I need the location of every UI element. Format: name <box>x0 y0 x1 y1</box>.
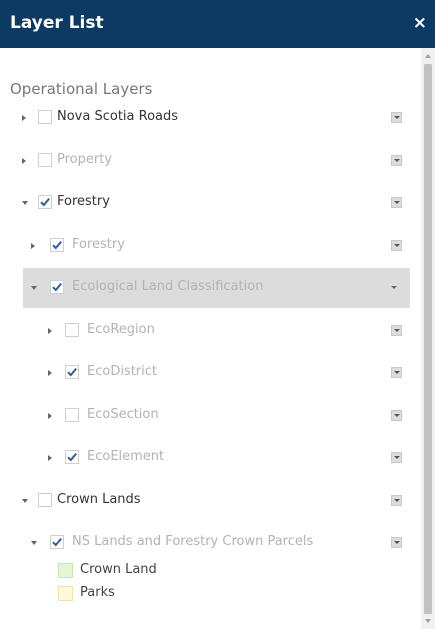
layer-visibility-checkbox[interactable] <box>38 152 52 167</box>
legend-label: Parks <box>80 584 115 600</box>
expand-arrow-icon[interactable] <box>31 242 35 249</box>
collapse-arrow-icon[interactable] <box>31 286 37 290</box>
layer-visibility-checkbox[interactable] <box>50 280 64 294</box>
layer-options-menu-icon[interactable] <box>391 367 402 378</box>
layer-row[interactable]: NS Lands and Forestry Crown Parcels <box>0 523 410 563</box>
close-icon[interactable]: × <box>413 13 427 33</box>
collapse-arrow-icon[interactable] <box>22 201 28 205</box>
layer-visibility-checkbox[interactable] <box>38 195 52 209</box>
layer-row[interactable]: Forestry <box>0 226 410 266</box>
layer-row[interactable]: Nova Scotia Roads <box>0 98 410 138</box>
layer-label: Forestry <box>72 236 125 252</box>
expand-arrow-icon[interactable] <box>48 455 52 461</box>
layer-list-panel: Operational Layers Nova Scotia Roads Prop… <box>0 48 435 629</box>
layer-label: NS Lands and Forestry Crown Parcels <box>72 534 314 549</box>
layer-row[interactable]: EcoElement <box>0 438 410 478</box>
layer-row[interactable]: Property <box>0 141 410 181</box>
scroll-thumb[interactable] <box>424 64 432 614</box>
layer-visibility-checkbox[interactable] <box>65 322 79 337</box>
layer-options-menu-icon[interactable] <box>389 282 400 293</box>
vertical-scrollbar[interactable] <box>421 48 435 629</box>
legend-swatch <box>58 562 73 578</box>
section-title: Operational Layers <box>10 80 153 98</box>
layer-label: EcoElement <box>87 449 165 464</box>
layer-row[interactable]: EcoDistrict <box>0 353 410 393</box>
expand-arrow-icon[interactable] <box>48 412 52 419</box>
layer-label: Ecological Land Classification <box>72 279 264 294</box>
layer-label: Crown Lands <box>57 491 141 507</box>
collapse-arrow-icon[interactable] <box>31 541 37 545</box>
layer-options-menu-icon[interactable] <box>391 154 402 166</box>
layer-visibility-checkbox[interactable] <box>38 492 52 507</box>
layer-visibility-checkbox[interactable] <box>65 450 79 464</box>
layer-row[interactable]: Ecological Land Classification <box>23 268 410 308</box>
layer-label: Nova Scotia Roads <box>57 109 179 124</box>
layer-options-menu-icon[interactable] <box>391 494 402 506</box>
scroll-down-arrow-icon[interactable] <box>425 619 431 623</box>
layer-row[interactable]: EcoRegion <box>0 311 410 351</box>
panel-title: Layer List <box>10 13 104 33</box>
layer-row[interactable]: Crown Lands <box>0 481 410 521</box>
layer-options-menu-icon[interactable] <box>391 324 402 336</box>
layer-visibility-checkbox[interactable] <box>38 110 52 124</box>
layer-options-menu-icon[interactable] <box>391 197 402 208</box>
layer-row[interactable]: EcoSection <box>0 396 410 436</box>
layer-visibility-checkbox[interactable] <box>65 365 79 379</box>
layer-visibility-checkbox[interactable] <box>65 407 79 422</box>
expand-arrow-icon[interactable] <box>48 370 52 376</box>
layer-visibility-checkbox[interactable] <box>50 535 64 549</box>
scroll-up-arrow-icon[interactable] <box>425 54 431 58</box>
layer-label: Property <box>57 151 113 167</box>
layer-options-menu-icon[interactable] <box>391 409 402 421</box>
layer-options-menu-icon[interactable] <box>391 112 402 123</box>
expand-arrow-icon[interactable] <box>22 157 26 164</box>
layer-list-header: Layer List × <box>0 0 435 48</box>
layer-options-menu-icon[interactable] <box>391 537 402 548</box>
expand-arrow-icon[interactable] <box>48 327 52 334</box>
layer-label: Forestry <box>57 194 110 209</box>
layer-visibility-checkbox[interactable] <box>50 237 64 252</box>
layer-row[interactable]: Forestry <box>0 183 410 223</box>
legend-label: Crown Land <box>80 561 157 577</box>
layer-label: EcoDistrict <box>87 364 158 379</box>
expand-arrow-icon[interactable] <box>22 115 26 121</box>
legend-swatch <box>58 585 73 601</box>
layer-label: EcoSection <box>87 406 159 422</box>
layer-options-menu-icon[interactable] <box>391 239 402 251</box>
collapse-arrow-icon[interactable] <box>22 498 28 503</box>
layer-label: EcoRegion <box>87 321 155 337</box>
layer-options-menu-icon[interactable] <box>391 452 402 463</box>
